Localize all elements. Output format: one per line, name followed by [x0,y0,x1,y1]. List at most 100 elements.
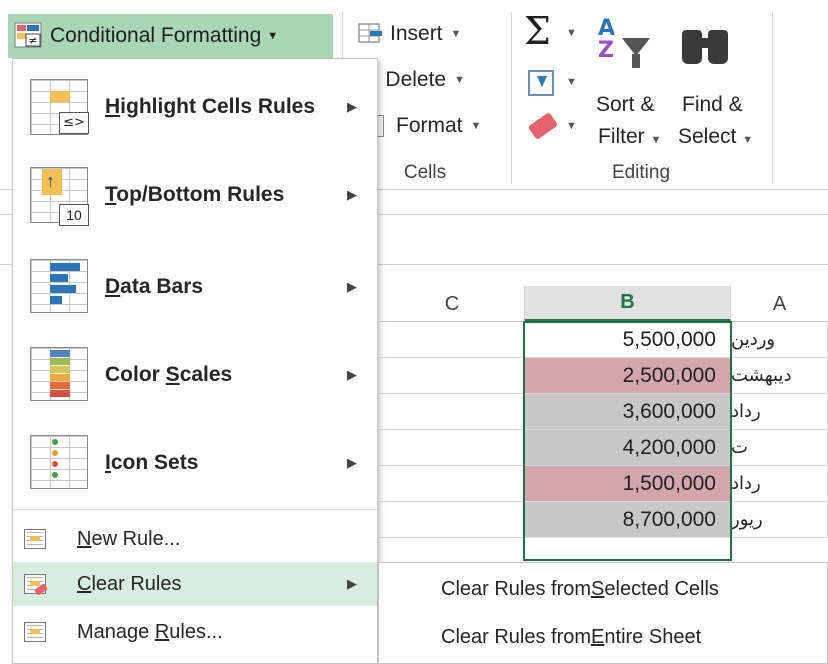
menu-separator [13,509,377,510]
data-bars-icon [30,259,88,313]
menu-item-label: Manage Rules... [77,621,223,644]
label-rest: con Sets [110,451,199,474]
label-rest: ata Bars [120,275,204,298]
label-rest: ighlight Cells Rules [120,95,316,118]
highlight-rule-box: ≤> [59,112,89,134]
column-header-a[interactable]: A [731,286,828,322]
submenu-arrow-icon: ▶ [347,99,357,114]
conditional-formatting-icon: ≠ [14,22,44,50]
label-rest: elected Cells [604,577,719,600]
sort-filter-label-line2: Filter ▼ [598,125,661,149]
chevron-down-icon: ▼ [650,134,662,146]
clear-rules-submenu: Clear Rules from Selected Cells Clear Ru… [378,562,828,664]
cell-a2[interactable]: دیبهشت [731,358,828,393]
find-select-label-text: Select [678,125,737,148]
cell-b6[interactable]: 8,700,000 [525,502,731,537]
funnel-stem [632,54,640,68]
manage-rules-icon [24,622,46,642]
chevron-down-icon: ▼ [450,28,462,40]
menu-item-label: Color Scales [105,363,232,387]
cells-group-label: Cells [403,162,447,183]
chevron-down-icon: ▼ [470,120,482,132]
menu-item-clear-rules[interactable]: Clear Rules ▶ [13,562,377,606]
submenu-item-clear-entire-sheet[interactable]: Clear Rules from Entire Sheet [379,613,827,661]
cell-b5[interactable]: 1,500,000 [525,466,731,501]
cell-b3[interactable]: 3,600,000 [525,394,731,429]
mnemonic: S [165,363,180,386]
cell-c4[interactable] [380,430,525,465]
cell-a5[interactable]: رداد [731,466,828,501]
submenu-item-clear-selected-cells[interactable]: Clear Rules from Selected Cells [379,565,827,613]
menu-item-highlight-cells-rules[interactable]: ≤> Highlight Cells Rules ▶ [13,63,377,151]
table-row: 1,500,000 رداد [380,466,828,502]
color-scales-icon [30,347,88,401]
label-rest: ules... [169,620,223,643]
menu-item-manage-rules[interactable]: Manage Rules... [13,610,377,654]
label-before: Clear Rules from [441,625,592,648]
insert-label: Insert [390,22,443,45]
autosum-icon: Σ [524,9,551,53]
clear-rules-icon [24,574,48,596]
column-header-b[interactable]: B [525,286,731,322]
group-separator [511,12,512,184]
mnemonic: T [105,183,117,206]
menu-item-new-rule[interactable]: New Rule... [13,517,377,561]
chevron-down-icon: ▼ [742,134,754,146]
find-select-label-line2: Select ▼ [678,125,753,149]
conditional-formatting-menu: ≤> Highlight Cells Rules ▶ ↑ 10 Top/Bott… [12,58,378,664]
cell-a6[interactable]: ریور [731,502,828,537]
delete-label: Delete [385,68,447,91]
submenu-arrow-icon: ▶ [347,279,357,294]
table-row: 4,200,000 ت [380,430,828,466]
submenu-arrow-icon: ▶ [347,576,357,591]
conditional-formatting-label: Conditional Formatting [50,24,262,47]
cell-b1[interactable]: 5,500,000 [525,322,731,357]
menu-item-label: Highlight Cells Rules [105,95,315,119]
cell-a3[interactable]: رداد [731,394,828,429]
top-bottom-rule-box: 10 [59,204,89,226]
menu-item-label: Clear Rules [77,573,182,596]
format-button[interactable]: Format ▼ [376,114,481,138]
column-headers: C B A [380,286,828,322]
chevron-down-icon: ▼ [566,27,577,39]
delete-button[interactable]: ✕ Delete ▼ [366,68,465,92]
mnemonic: C [77,572,92,595]
menu-item-data-bars[interactable]: Data Bars ▶ [13,243,377,331]
chevron-down-icon: ▼ [566,120,577,132]
highlight-cells-rules-icon: ≤> [30,79,89,135]
insert-button[interactable]: Insert ▼ [358,22,461,46]
menu-item-label: New Rule... [77,528,180,551]
label-rest: cales [179,363,233,386]
format-label: Format [396,114,463,137]
menu-item-color-scales[interactable]: Color Scales ▶ [13,331,377,419]
cell-a1[interactable]: وردین [731,322,828,357]
cell-c1[interactable] [380,322,525,357]
column-header-c[interactable]: C [380,286,525,322]
menu-item-top-bottom-rules[interactable]: ↑ 10 Top/Bottom Rules ▶ [13,151,377,239]
label-before: Color [105,363,166,386]
label-rest: ntire Sheet [604,625,702,648]
menu-item-label: Top/Bottom Rules [105,183,284,207]
label-rest: ew Rule... [91,527,181,550]
fill-icon [528,70,554,96]
chevron-down-icon: ▼ [267,30,279,42]
cell-b2[interactable]: 2,500,000 [525,358,731,393]
conditional-formatting-button[interactable]: ≠ Conditional Formatting ▼ [8,14,333,58]
cell-b4[interactable]: 4,200,000 [525,430,731,465]
cell-c6[interactable] [380,502,525,537]
icon-sets-icon [30,435,88,489]
cell-c3[interactable] [380,394,525,429]
mnemonic: N [77,527,92,550]
submenu-arrow-icon: ▶ [347,455,357,470]
sort-filter-label-line1: Sort & [596,93,655,116]
table-row: 8,700,000 ریور [380,502,828,538]
find-select-label-line1: Find & [682,93,743,116]
cell-a4[interactable]: ت [731,430,828,465]
label-before: Clear Rules from [441,577,592,600]
menu-item-icon-sets[interactable]: Icon Sets ▶ [13,419,377,507]
menu-item-label: Data Bars [105,275,203,299]
cell-c5[interactable] [380,466,525,501]
sort-filter-label-text: Filter [598,125,645,148]
mnemonic: E [591,625,605,648]
cell-c2[interactable] [380,358,525,393]
